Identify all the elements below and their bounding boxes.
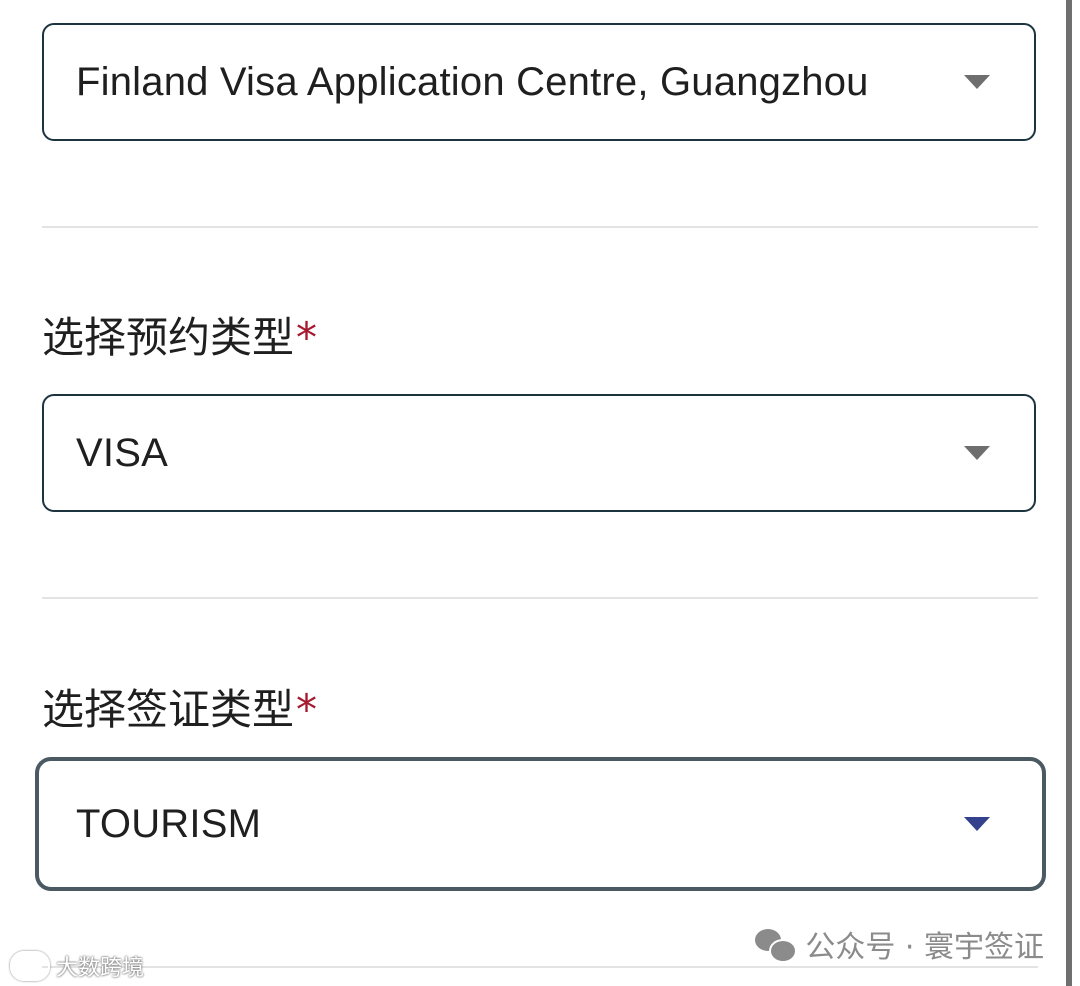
divider [42, 597, 1038, 599]
centre-select-value: Finland Visa Application Centre, Guangzh… [76, 59, 869, 104]
watermark-text: 公众号 · 寰宇签证 [805, 930, 1044, 965]
centre-select[interactable]: Finland Visa Application Centre, Guangzh… [42, 23, 1036, 141]
visa-type-label: 选择签证类型* [42, 676, 317, 737]
chevron-down-icon [964, 446, 990, 460]
visa-type-value: TOURISM [76, 801, 262, 846]
watermark: 公众号 · 寰宇签证 [755, 922, 1044, 966]
visa-type-select[interactable]: TOURISM [35, 757, 1046, 891]
page-scrollbar[interactable] [1066, 0, 1072, 986]
logo-icon [10, 951, 50, 981]
divider [42, 226, 1038, 228]
appointment-type-label-text: 选择预约类型 [42, 313, 295, 362]
corner-watermark-text: 大数跨境 [56, 956, 145, 981]
wechat-icon [755, 927, 798, 963]
chevron-down-icon [964, 75, 990, 89]
appointment-type-value: VISA [76, 430, 168, 475]
required-mark: * [296, 313, 318, 362]
visa-type-label-text: 选择签证类型 [42, 685, 295, 734]
appointment-type-select[interactable]: VISA [42, 394, 1036, 512]
chevron-down-icon [964, 817, 990, 831]
divider [42, 966, 1038, 968]
appointment-type-label: 选择预约类型* [42, 304, 317, 365]
corner-watermark: 大数跨境 [10, 950, 144, 982]
required-mark: * [296, 685, 318, 734]
